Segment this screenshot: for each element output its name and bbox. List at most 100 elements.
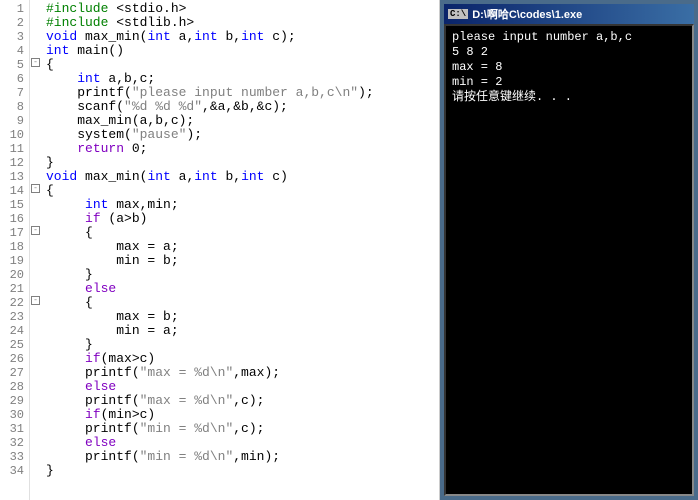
line-number: 3 xyxy=(2,30,24,44)
cmd-icon: C:\ xyxy=(448,9,468,19)
line-number: 33 xyxy=(2,450,24,464)
code-line[interactable]: void max_min(int a,int b,int c) xyxy=(46,170,435,184)
fold-toggle-icon[interactable]: - xyxy=(31,184,40,193)
fold-row xyxy=(30,322,42,336)
fold-row xyxy=(30,84,42,98)
line-number: 11 xyxy=(2,142,24,156)
line-number: 5 xyxy=(2,58,24,72)
fold-row xyxy=(30,406,42,420)
code-line[interactable]: { xyxy=(46,226,435,240)
fold-row xyxy=(30,140,42,154)
fold-row xyxy=(30,210,42,224)
line-number: 29 xyxy=(2,394,24,408)
code-line[interactable]: { xyxy=(46,58,435,72)
code-line[interactable]: else xyxy=(46,282,435,296)
code-line[interactable]: } xyxy=(46,338,435,352)
line-number: 17 xyxy=(2,226,24,240)
fold-row xyxy=(30,98,42,112)
code-line[interactable]: max_min(a,b,c); xyxy=(46,114,435,128)
fold-row xyxy=(30,308,42,322)
code-line[interactable]: return 0; xyxy=(46,142,435,156)
fold-row xyxy=(30,420,42,434)
fold-row xyxy=(30,126,42,140)
code-line[interactable]: int max,min; xyxy=(46,198,435,212)
code-line[interactable]: #include <stdio.h> xyxy=(46,2,435,16)
code-line[interactable]: { xyxy=(46,184,435,198)
console-output[interactable]: please input number a,b,c5 8 2max = 8min… xyxy=(444,24,694,496)
line-number: 9 xyxy=(2,114,24,128)
line-number: 8 xyxy=(2,100,24,114)
line-number: 23 xyxy=(2,310,24,324)
fold-row xyxy=(30,154,42,168)
code-line[interactable]: } xyxy=(46,464,435,478)
code-line[interactable]: printf("max = %d\n",max); xyxy=(46,366,435,380)
line-number: 2 xyxy=(2,16,24,30)
code-editor[interactable]: 1234567891011121314151617181920212223242… xyxy=(0,0,440,500)
code-line[interactable]: max = b; xyxy=(46,310,435,324)
fold-toggle-icon[interactable]: - xyxy=(31,296,40,305)
code-line[interactable]: } xyxy=(46,156,435,170)
code-line[interactable]: printf("min = %d\n",c); xyxy=(46,422,435,436)
line-number-gutter: 1234567891011121314151617181920212223242… xyxy=(0,0,30,500)
code-line[interactable]: min = a; xyxy=(46,324,435,338)
fold-row xyxy=(30,462,42,476)
code-line[interactable]: { xyxy=(46,296,435,310)
code-line[interactable]: printf("min = %d\n",min); xyxy=(46,450,435,464)
console-titlebar[interactable]: C:\ D:\啊哈C\codes\1.exe xyxy=(444,4,694,24)
code-line[interactable]: if(max>c) xyxy=(46,352,435,366)
code-line[interactable]: int main() xyxy=(46,44,435,58)
fold-row xyxy=(30,238,42,252)
line-number: 12 xyxy=(2,156,24,170)
fold-row: - xyxy=(30,294,42,308)
fold-row xyxy=(30,252,42,266)
fold-row xyxy=(30,448,42,462)
console-line: please input number a,b,c xyxy=(452,30,686,45)
fold-toggle-icon[interactable]: - xyxy=(31,226,40,235)
fold-row xyxy=(30,0,42,14)
fold-row xyxy=(30,336,42,350)
console-title: D:\啊哈C\codes\1.exe xyxy=(472,6,582,22)
line-number: 1 xyxy=(2,2,24,16)
line-number: 31 xyxy=(2,422,24,436)
console-window: C:\ D:\啊哈C\codes\1.exe please input numb… xyxy=(440,0,698,500)
line-number: 25 xyxy=(2,338,24,352)
fold-toggle-icon[interactable]: - xyxy=(31,58,40,67)
fold-row xyxy=(30,350,42,364)
code-line[interactable]: scanf("%d %d %d",&a,&b,&c); xyxy=(46,100,435,114)
line-number: 18 xyxy=(2,240,24,254)
code-line[interactable]: printf("please input number a,b,c\n"); xyxy=(46,86,435,100)
line-number: 32 xyxy=(2,436,24,450)
console-line: 请按任意键继续. . . xyxy=(452,90,686,105)
line-number: 7 xyxy=(2,86,24,100)
code-line[interactable]: #include <stdlib.h> xyxy=(46,16,435,30)
line-number: 30 xyxy=(2,408,24,422)
code-line[interactable]: if (a>b) xyxy=(46,212,435,226)
code-line[interactable]: printf("max = %d\n",c); xyxy=(46,394,435,408)
line-number: 4 xyxy=(2,44,24,58)
line-number: 13 xyxy=(2,170,24,184)
code-line[interactable]: void max_min(int a,int b,int c); xyxy=(46,30,435,44)
code-line[interactable]: min = b; xyxy=(46,254,435,268)
code-line[interactable]: } xyxy=(46,268,435,282)
fold-row: - xyxy=(30,56,42,70)
code-line[interactable]: else xyxy=(46,380,435,394)
code-line[interactable]: int a,b,c; xyxy=(46,72,435,86)
line-number: 28 xyxy=(2,380,24,394)
line-number: 16 xyxy=(2,212,24,226)
code-area[interactable]: #include <stdio.h>#include <stdlib.h>voi… xyxy=(42,0,439,500)
fold-row xyxy=(30,112,42,126)
line-number: 26 xyxy=(2,352,24,366)
fold-row xyxy=(30,28,42,42)
fold-row: - xyxy=(30,182,42,196)
fold-row xyxy=(30,280,42,294)
line-number: 27 xyxy=(2,366,24,380)
code-line[interactable]: max = a; xyxy=(46,240,435,254)
fold-row xyxy=(30,168,42,182)
code-line[interactable]: if(min>c) xyxy=(46,408,435,422)
code-line[interactable]: system("pause"); xyxy=(46,128,435,142)
code-line[interactable]: else xyxy=(46,436,435,450)
line-number: 19 xyxy=(2,254,24,268)
fold-row xyxy=(30,196,42,210)
line-number: 20 xyxy=(2,268,24,282)
line-number: 21 xyxy=(2,282,24,296)
